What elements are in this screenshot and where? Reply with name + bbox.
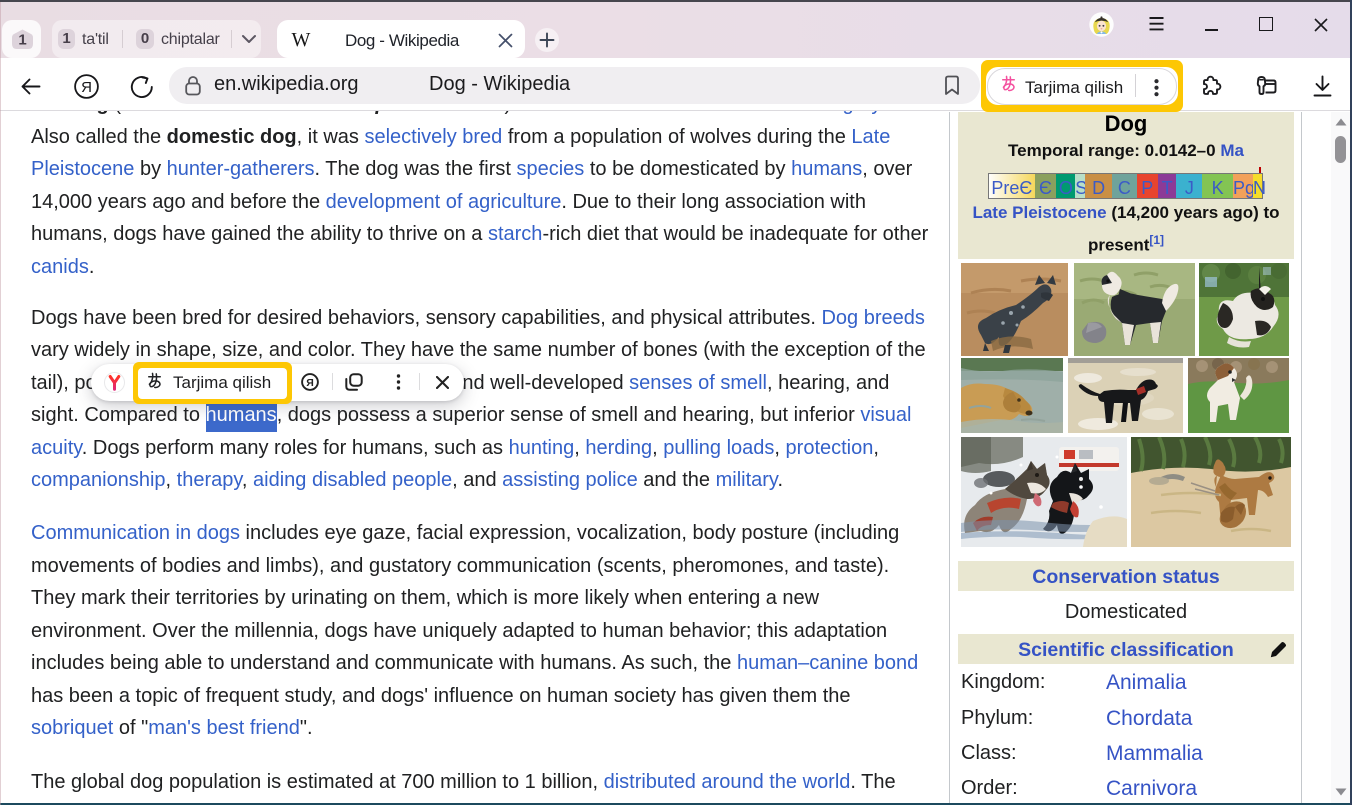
svg-text:Я: Я [81, 79, 92, 96]
svg-text:Я: Я [306, 377, 314, 389]
svg-text:1: 1 [18, 32, 26, 49]
